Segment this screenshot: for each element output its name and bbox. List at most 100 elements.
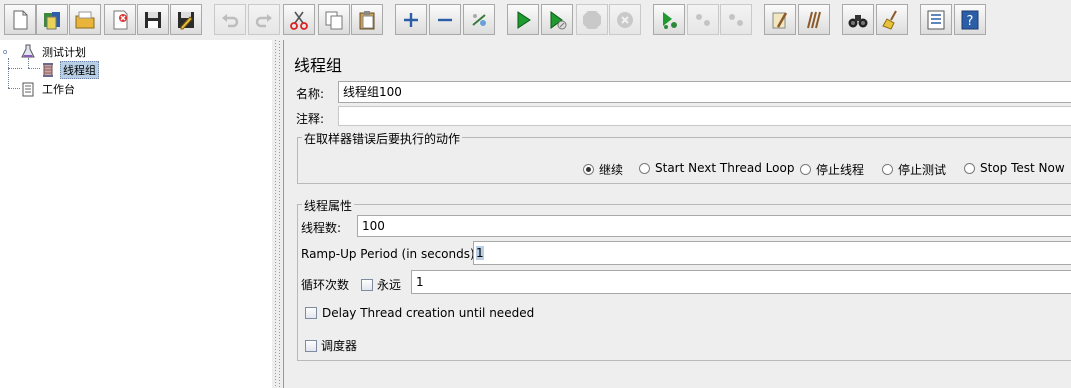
reset-search-button[interactable] <box>876 4 908 35</box>
paste-button[interactable] <box>351 4 383 35</box>
search-binoculars-icon <box>848 14 868 27</box>
tree-item-workbench[interactable]: 工作台 <box>20 80 77 98</box>
help-button[interactable]: ? <box>954 4 986 35</box>
comment-label: 注释: <box>296 112 325 126</box>
scheduler-box[interactable] <box>305 339 317 352</box>
redo-button[interactable] <box>248 4 280 35</box>
radio-stop-test-now-label[interactable]: Stop Test Now <box>980 161 1065 175</box>
tree-label-test-plan[interactable]: 测试计划 <box>40 43 88 61</box>
collapse-icon <box>438 18 452 21</box>
radio-continue-label[interactable]: 继续 <box>599 161 623 178</box>
start-no-pauses-button[interactable] <box>541 4 573 35</box>
tree-item-thread-group[interactable]: 线程组 <box>40 61 99 79</box>
sampler-error-action-group: 在取样器错误后要执行的动作 继续 Start Next Thread Loop … <box>297 130 1071 184</box>
remote-start-button[interactable] <box>653 4 685 35</box>
function-helper-button[interactable] <box>920 4 952 35</box>
expand-icon <box>404 12 418 27</box>
toolbar: ? <box>0 0 1071 41</box>
radio-stop-test-now-indicator[interactable] <box>964 162 975 174</box>
name-field[interactable]: 线程组100 <box>338 81 1071 103</box>
start-button[interactable] <box>507 4 539 35</box>
start-icon <box>517 10 531 29</box>
clear-button[interactable] <box>764 4 796 35</box>
undo-icon <box>222 13 239 27</box>
radio-stop-thread-label[interactable]: 停止线程 <box>816 161 864 178</box>
scheduler-label[interactable]: 调度器 <box>321 337 357 354</box>
split-pane-divider[interactable] <box>272 40 284 388</box>
templates-icon <box>44 11 60 29</box>
paste-icon <box>359 10 375 29</box>
new-button[interactable] <box>4 4 36 35</box>
close-icon <box>113 10 128 29</box>
test-plan-tree: 测试计划 线程组 工作台 <box>0 40 272 388</box>
remote-shutdown-button[interactable] <box>720 4 752 35</box>
toggle-button[interactable] <box>463 4 495 35</box>
collapse-button[interactable] <box>429 4 461 35</box>
radio-start-next-loop-indicator[interactable] <box>639 162 650 174</box>
undo-button[interactable] <box>214 4 246 35</box>
radio-start-next-loop[interactable]: Start Next Thread Loop <box>639 161 794 175</box>
loop-count-label: 循环次数 <box>301 278 350 292</box>
shutdown-icon <box>617 11 633 28</box>
forever-checkbox-box[interactable] <box>361 278 373 291</box>
radio-continue-indicator[interactable] <box>583 164 594 175</box>
loop-count-field[interactable]: 1 <box>411 270 1071 294</box>
delay-thread-creation-checkbox[interactable]: Delay Thread creation until needed <box>305 306 534 320</box>
radio-stop-test-indicator[interactable] <box>882 164 893 175</box>
clear-all-icon <box>807 11 821 28</box>
delay-thread-creation-label[interactable]: Delay Thread creation until needed <box>322 306 534 320</box>
save-icon <box>145 11 161 28</box>
thread-properties-group: 线程属性 线程数: 100 Ramp-Up Period (in seconds… <box>297 197 1071 361</box>
radio-start-next-loop-label[interactable]: Start Next Thread Loop <box>655 161 794 175</box>
help-icon: ? <box>961 10 979 29</box>
remote-stop-button[interactable] <box>687 4 719 35</box>
tree-label-workbench[interactable]: 工作台 <box>40 80 77 98</box>
radio-stop-thread[interactable]: 停止线程 <box>800 161 864 178</box>
rampup-value: 1 <box>476 246 484 260</box>
clear-all-button[interactable] <box>798 4 830 35</box>
thread-spool-icon <box>43 63 53 77</box>
search-button[interactable] <box>842 4 874 35</box>
tree-label-thread-group[interactable]: 线程组 <box>60 61 99 79</box>
comment-field[interactable] <box>338 106 1071 126</box>
clear-icon <box>772 11 788 28</box>
close-button[interactable] <box>104 4 136 35</box>
delay-thread-creation-box[interactable] <box>305 307 317 319</box>
shutdown-button[interactable] <box>609 4 641 35</box>
save-button[interactable] <box>137 4 169 35</box>
svg-text:?: ? <box>967 14 974 29</box>
toggle-icon <box>472 13 486 26</box>
copy-icon <box>325 11 343 29</box>
expand-button[interactable] <box>395 4 427 35</box>
cut-button[interactable] <box>283 4 315 35</box>
forever-checkbox[interactable]: 永远 <box>361 276 401 293</box>
tree-expand-handle-icon[interactable] <box>2 44 12 60</box>
rampup-label: Ramp-Up Period (in seconds): <box>301 247 479 261</box>
radio-stop-test-label[interactable]: 停止测试 <box>898 161 946 178</box>
remote-start-icon <box>663 11 677 29</box>
radio-stop-test[interactable]: 停止测试 <box>882 161 946 178</box>
thread-count-field[interactable]: 100 <box>357 215 1071 237</box>
save-as-button[interactable] <box>170 4 202 35</box>
sampler-error-action-title: 在取样器错误后要执行的动作 <box>302 130 463 147</box>
name-label: 名称: <box>296 87 325 101</box>
radio-stop-thread-indicator[interactable] <box>800 164 811 175</box>
stop-button[interactable] <box>576 4 608 35</box>
tree-item-test-plan[interactable]: 测试计划 <box>2 43 88 61</box>
page-title: 线程组 <box>294 56 343 75</box>
thread-properties-title: 线程属性 <box>302 197 355 214</box>
templates-button[interactable] <box>36 4 68 35</box>
rampup-field[interactable]: 1 <box>473 241 1071 265</box>
radio-continue[interactable]: 继续 <box>583 161 623 178</box>
copy-button[interactable] <box>318 4 350 35</box>
forever-label[interactable]: 永远 <box>377 276 401 293</box>
start-no-pauses-icon <box>550 10 567 29</box>
radio-stop-test-now[interactable]: Stop Test Now <box>964 161 1065 175</box>
flask-icon <box>21 44 35 58</box>
remote-shutdown-icon <box>729 13 743 26</box>
redo-icon <box>255 13 272 27</box>
function-helper-icon <box>927 10 945 29</box>
scheduler-checkbox[interactable]: 调度器 <box>305 337 357 354</box>
open-button[interactable] <box>69 4 101 35</box>
new-file-icon <box>13 10 28 29</box>
